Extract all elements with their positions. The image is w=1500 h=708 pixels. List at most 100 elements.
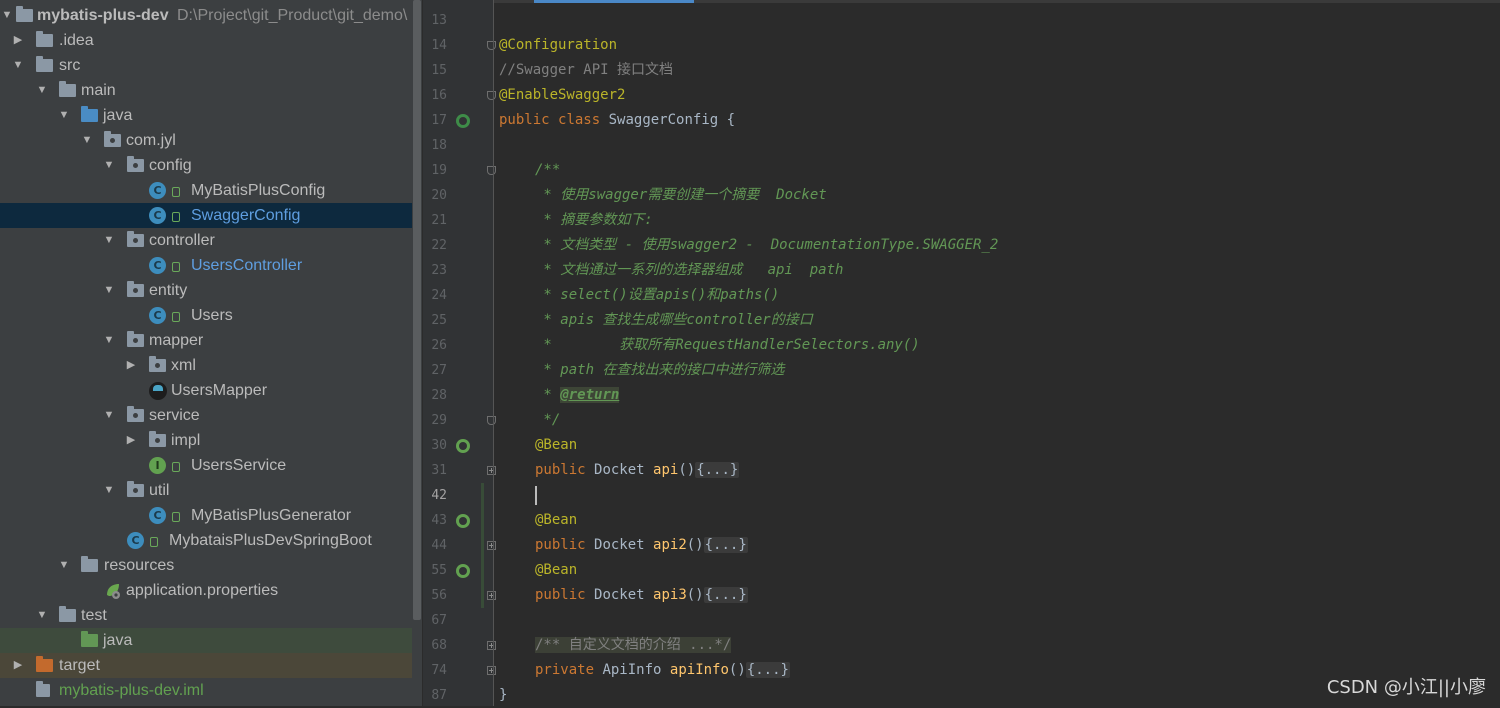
folded-code-block[interactable]: {...}	[703, 587, 748, 603]
folded-code-block[interactable]: {...}	[745, 662, 790, 678]
tree-item-xml[interactable]: ▶ xml	[0, 353, 412, 378]
code-line-22[interactable]: * 文档类型 - 使用swagger2 - DocumentationType.…	[535, 233, 998, 258]
code-line-25[interactable]: * apis 查找生成哪些controller的接口	[535, 308, 812, 333]
tree-item-mapper[interactable]: ▼ mapper	[0, 328, 412, 353]
tree-item-com-jyl[interactable]: ▼ com.jyl	[0, 128, 412, 153]
code-line-30[interactable]: @Bean	[535, 433, 577, 458]
tree-item-iml[interactable]: mybatis-plus-dev.iml	[0, 678, 412, 703]
folded-javadoc-block[interactable]: /** 自定义文档的介绍 ...*/	[535, 637, 732, 653]
code-editor[interactable]: 13 14 15 16 17 18 19 20 21 22 23 24 25 2…	[423, 0, 1500, 706]
tree-item-root[interactable]: ▼ mybatis-plus-dev D:\Project\git_Produc…	[0, 3, 412, 28]
chevron-down-icon[interactable]: ▼	[81, 128, 93, 153]
chevron-down-icon[interactable]: ▼	[103, 278, 115, 303]
keyword-token: private	[535, 662, 595, 678]
tree-scrollbar[interactable]	[412, 0, 422, 706]
folded-code-block[interactable]: {...}	[695, 462, 740, 478]
code-line-14[interactable]: @Configuration	[499, 33, 617, 58]
tree-item-mybatisplusconfig[interactable]: C MyBatisPlusConfig	[0, 178, 412, 203]
tree-item-test-java[interactable]: java	[0, 628, 412, 653]
fold-collapse-icon[interactable]	[487, 91, 496, 100]
fold-expand-icon[interactable]	[487, 666, 496, 675]
chevron-down-icon[interactable]: ▼	[58, 553, 70, 578]
line-number: 14	[431, 38, 447, 53]
tree-item-usersmapper[interactable]: UsersMapper	[0, 378, 412, 403]
tree-item-target[interactable]: ▶ target	[0, 653, 412, 678]
code-line-68[interactable]: /** 自定义文档的介绍 ...*/	[535, 633, 732, 658]
code-line-55[interactable]: @Bean	[535, 558, 577, 583]
chevron-down-icon[interactable]: ▼	[103, 228, 115, 253]
chevron-down-icon[interactable]: ▼	[58, 103, 70, 128]
code-line-29[interactable]: */	[535, 408, 560, 433]
chevron-down-icon[interactable]: ▼	[1, 3, 13, 28]
tree-item-impl[interactable]: ▶ impl	[0, 428, 412, 453]
scrollbar-thumb[interactable]	[413, 0, 421, 620]
tree-item-users[interactable]: C Users	[0, 303, 412, 328]
folded-code-block[interactable]: {...}	[703, 537, 748, 553]
tree-item-java[interactable]: ▼ java	[0, 103, 412, 128]
vcs-change-marker[interactable]	[481, 483, 484, 608]
code-line-31[interactable]: public Docket api(){...}	[535, 458, 740, 483]
code-line-87[interactable]: }	[499, 683, 507, 708]
spring-bean-gutter-icon[interactable]	[456, 439, 470, 453]
spring-bean-gutter-icon[interactable]	[456, 514, 470, 528]
code-line-24[interactable]: * select()设置apis()和paths()	[535, 283, 779, 308]
tree-item-controller[interactable]: ▼ controller	[0, 228, 412, 253]
chevron-down-icon[interactable]: ▼	[103, 403, 115, 428]
tree-item-service[interactable]: ▼ service	[0, 403, 412, 428]
code-line-26[interactable]: * 获取所有RequestHandlerSelectors.any()	[535, 333, 919, 358]
chevron-right-icon[interactable]: ▶	[125, 428, 137, 453]
line-number: 16	[431, 88, 447, 103]
tree-item-src[interactable]: ▼ src	[0, 53, 412, 78]
tree-item-resources[interactable]: ▼ resources	[0, 553, 412, 578]
code-line-27[interactable]: * path 在查找出来的接口中进行筛选	[535, 358, 784, 383]
tree-item-entity[interactable]: ▼ entity	[0, 278, 412, 303]
chevron-down-icon[interactable]: ▼	[12, 53, 24, 78]
line-number-gutter[interactable]: 13 14 15 16 17 18 19 20 21 22 23 24 25 2…	[423, 0, 496, 706]
chevron-down-icon[interactable]: ▼	[103, 153, 115, 178]
tree-item-mybatisplusgenerator[interactable]: C MyBatisPlusGenerator	[0, 503, 412, 528]
chevron-down-icon[interactable]: ▼	[36, 78, 48, 103]
fold-expand-icon[interactable]	[487, 591, 496, 600]
fold-collapse-icon[interactable]	[487, 41, 496, 50]
tree-item-util[interactable]: ▼ util	[0, 478, 412, 503]
chevron-down-icon[interactable]: ▼	[103, 478, 115, 503]
fold-expand-icon[interactable]	[487, 466, 496, 475]
chevron-down-icon[interactable]: ▼	[103, 328, 115, 353]
tree-item-usersservice[interactable]: I UsersService	[0, 453, 412, 478]
tree-item-springboot-app[interactable]: C MybataisPlusDevSpringBoot	[0, 528, 412, 553]
code-line-20[interactable]: * 使用swagger需要创建一个摘要 Docket	[535, 183, 826, 208]
tree-item-userscontroller[interactable]: C UsersController	[0, 253, 412, 278]
code-line-56[interactable]: public Docket api3(){...}	[535, 583, 748, 608]
code-line-74[interactable]: private ApiInfo apiInfo(){...}	[535, 658, 790, 683]
code-line-16[interactable]: @EnableSwagger2	[499, 83, 625, 108]
code-line-21[interactable]: * 摘要参数如下:	[535, 208, 652, 233]
tree-item-idea[interactable]: ▶ .idea	[0, 28, 412, 53]
javadoc-token: */	[535, 412, 561, 428]
chevron-right-icon[interactable]: ▶	[12, 28, 24, 53]
tree-item-swaggerconfig[interactable]: C SwaggerConfig	[0, 203, 412, 228]
fold-collapse-icon[interactable]	[487, 166, 496, 175]
folder-icon	[36, 31, 53, 47]
chevron-right-icon[interactable]: ▶	[12, 653, 24, 678]
tree-item-test[interactable]: ▼ test	[0, 603, 412, 628]
fold-end-icon[interactable]	[487, 416, 496, 425]
code-line-44[interactable]: public Docket api2(){...}	[535, 533, 748, 558]
line-number: 28	[431, 388, 447, 403]
fold-expand-icon[interactable]	[487, 541, 496, 550]
tree-item-label: com.jyl	[126, 132, 176, 149]
tree-item-application-properties[interactable]: application.properties	[0, 578, 412, 603]
spring-bean-gutter-icon[interactable]	[456, 114, 470, 128]
code-line-17[interactable]: public class SwaggerConfig {	[499, 108, 735, 133]
code-line-43[interactable]: @Bean	[535, 508, 577, 533]
code-line-15[interactable]: //Swagger API 接口文档	[499, 58, 673, 83]
code-line-19[interactable]: /**	[535, 158, 560, 183]
tree-item-config[interactable]: ▼ config	[0, 153, 412, 178]
chevron-right-icon[interactable]: ▶	[125, 353, 137, 378]
spring-bean-gutter-icon[interactable]	[456, 564, 470, 578]
tree-item-main[interactable]: ▼ main	[0, 78, 412, 103]
chevron-down-icon[interactable]: ▼	[36, 603, 48, 628]
code-line-28[interactable]: * @return	[535, 383, 620, 408]
annotation-token: @Configuration	[499, 37, 618, 53]
fold-expand-icon[interactable]	[487, 641, 496, 650]
code-line-23[interactable]: * 文档通过一系列的选择器组成 api path	[535, 258, 843, 283]
